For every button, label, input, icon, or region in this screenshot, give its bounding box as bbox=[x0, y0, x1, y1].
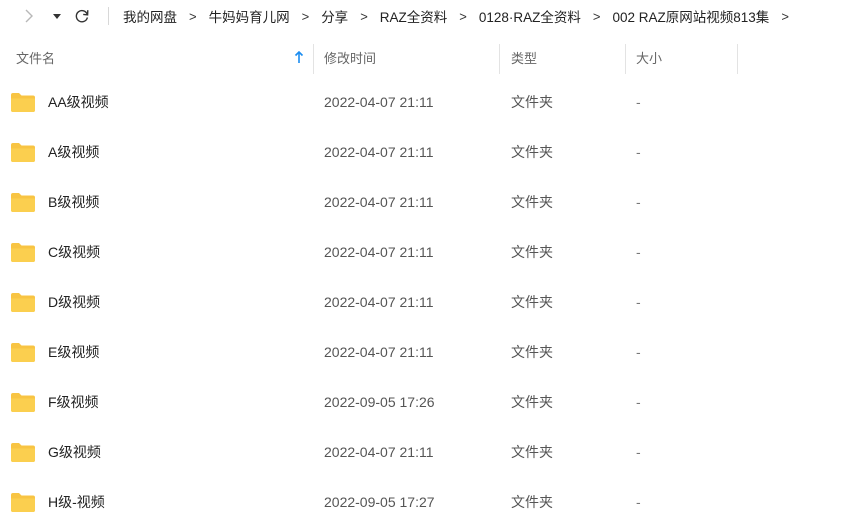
file-size: - bbox=[636, 294, 641, 310]
breadcrumb-item[interactable]: 0128·RAZ全资料 bbox=[478, 6, 582, 26]
column-divider[interactable] bbox=[625, 44, 626, 74]
breadcrumb-item[interactable]: RAZ全资料 bbox=[379, 6, 449, 26]
file-size: - bbox=[636, 494, 641, 510]
file-name[interactable]: H级-视频 bbox=[48, 492, 105, 512]
refresh-button[interactable] bbox=[72, 6, 92, 26]
file-type: 文件夹 bbox=[511, 144, 553, 160]
column-header-type[interactable]: 类型 bbox=[511, 40, 537, 75]
breadcrumb-item[interactable]: 牛妈妈育儿网 bbox=[208, 6, 291, 26]
file-type: 文件夹 bbox=[511, 94, 553, 110]
caret-down-icon bbox=[53, 14, 61, 19]
file-name[interactable]: D级视频 bbox=[48, 292, 100, 312]
column-header-name[interactable]: 文件名 bbox=[16, 40, 55, 75]
file-name[interactable]: AA级视频 bbox=[48, 92, 109, 112]
file-type: 文件夹 bbox=[511, 394, 553, 410]
modified-time: 2022-09-05 17:26 bbox=[324, 394, 435, 410]
column-header-modified[interactable]: 修改时间 bbox=[324, 40, 376, 75]
table-row[interactable]: F级视频 2022-09-05 17:26 文件夹 - bbox=[0, 377, 849, 427]
breadcrumb-separator[interactable]: > bbox=[459, 9, 467, 24]
column-divider[interactable] bbox=[737, 44, 738, 74]
table-row[interactable]: AA级视频 2022-04-07 21:11 文件夹 - bbox=[0, 77, 849, 127]
modified-time: 2022-04-07 21:11 bbox=[324, 244, 434, 260]
table-row[interactable]: B级视频 2022-04-07 21:11 文件夹 - bbox=[0, 177, 849, 227]
folder-icon bbox=[11, 142, 35, 162]
navigation-bar: 我的网盘 > 牛妈妈育儿网 > 分享 > RAZ全资料 >0128·RAZ全资料 >002 RA… bbox=[0, 0, 849, 32]
file-size: - bbox=[636, 144, 641, 160]
table-row[interactable]: C级视频 2022-04-07 21:11 文件夹 - bbox=[0, 227, 849, 277]
table-row[interactable]: G级视频 2022-04-07 21:11 文件夹 - bbox=[0, 427, 849, 477]
file-name[interactable]: A级视频 bbox=[48, 142, 99, 162]
folder-icon bbox=[11, 242, 35, 262]
column-header-size[interactable]: 大小 bbox=[636, 40, 662, 75]
file-type: 文件夹 bbox=[511, 494, 553, 510]
folder-icon bbox=[11, 92, 35, 112]
arrow-up-icon bbox=[294, 51, 304, 63]
breadcrumb-separator[interactable]: > bbox=[360, 9, 368, 24]
modified-time: 2022-04-07 21:11 bbox=[324, 444, 434, 460]
table-row[interactable]: E级视频 2022-04-07 21:11 文件夹 - bbox=[0, 327, 849, 377]
file-type: 文件夹 bbox=[511, 444, 553, 460]
table-row[interactable]: H级-视频 2022-09-05 17:27 文件夹 - bbox=[0, 477, 849, 527]
table-row[interactable]: A级视频 2022-04-07 21:11 文件夹 - bbox=[0, 127, 849, 177]
file-name[interactable]: B级视频 bbox=[48, 192, 99, 212]
breadcrumb-separator[interactable]: > bbox=[781, 9, 789, 24]
modified-time: 2022-04-07 21:11 bbox=[324, 94, 434, 110]
breadcrumb-item[interactable]: 我的网盘 bbox=[122, 6, 178, 26]
folder-icon bbox=[11, 292, 35, 312]
file-size: - bbox=[636, 94, 641, 110]
file-name[interactable]: C级视频 bbox=[48, 242, 100, 262]
toolbar-divider bbox=[108, 7, 109, 25]
refresh-icon bbox=[75, 9, 89, 23]
file-size: - bbox=[636, 244, 641, 260]
column-divider[interactable] bbox=[313, 44, 314, 74]
breadcrumb-separator[interactable]: > bbox=[593, 9, 601, 24]
modified-time: 2022-09-05 17:27 bbox=[324, 494, 435, 510]
file-name[interactable]: F级视频 bbox=[48, 392, 99, 412]
file-type: 文件夹 bbox=[511, 344, 553, 360]
column-divider[interactable] bbox=[499, 44, 500, 74]
chevron-right-icon bbox=[25, 9, 33, 23]
breadcrumb: 我的网盘 > 牛妈妈育儿网 > 分享 > RAZ全资料 >0128·RAZ全资料 >002 RA… bbox=[122, 0, 800, 32]
file-size: - bbox=[636, 194, 641, 210]
column-header-row: 文件名 修改时间 类型 大小 bbox=[0, 40, 849, 75]
file-size: - bbox=[636, 394, 641, 410]
folder-icon bbox=[11, 192, 35, 212]
history-dropdown-button[interactable] bbox=[50, 8, 64, 24]
folder-icon bbox=[11, 342, 35, 362]
modified-time: 2022-04-07 21:11 bbox=[324, 294, 434, 310]
file-size: - bbox=[636, 444, 641, 460]
forward-button[interactable] bbox=[19, 6, 39, 26]
folder-icon bbox=[11, 442, 35, 462]
breadcrumb-item[interactable]: 002 RAZ原网站视频813集 bbox=[612, 6, 771, 26]
breadcrumb-separator[interactable]: > bbox=[189, 9, 197, 24]
folder-icon bbox=[11, 492, 35, 512]
file-size: - bbox=[636, 344, 641, 360]
file-type: 文件夹 bbox=[511, 294, 553, 310]
modified-time: 2022-04-07 21:11 bbox=[324, 344, 434, 360]
breadcrumb-item[interactable]: 分享 bbox=[320, 6, 349, 26]
file-type: 文件夹 bbox=[511, 194, 553, 210]
file-name[interactable]: E级视频 bbox=[48, 342, 99, 362]
file-type: 文件夹 bbox=[511, 244, 553, 260]
modified-time: 2022-04-07 21:11 bbox=[324, 194, 434, 210]
table-row[interactable]: D级视频 2022-04-07 21:11 文件夹 - bbox=[0, 277, 849, 327]
breadcrumb-separator[interactable]: > bbox=[302, 9, 310, 24]
folder-icon bbox=[11, 392, 35, 412]
modified-time: 2022-04-07 21:11 bbox=[324, 144, 434, 160]
file-name[interactable]: G级视频 bbox=[48, 442, 101, 462]
